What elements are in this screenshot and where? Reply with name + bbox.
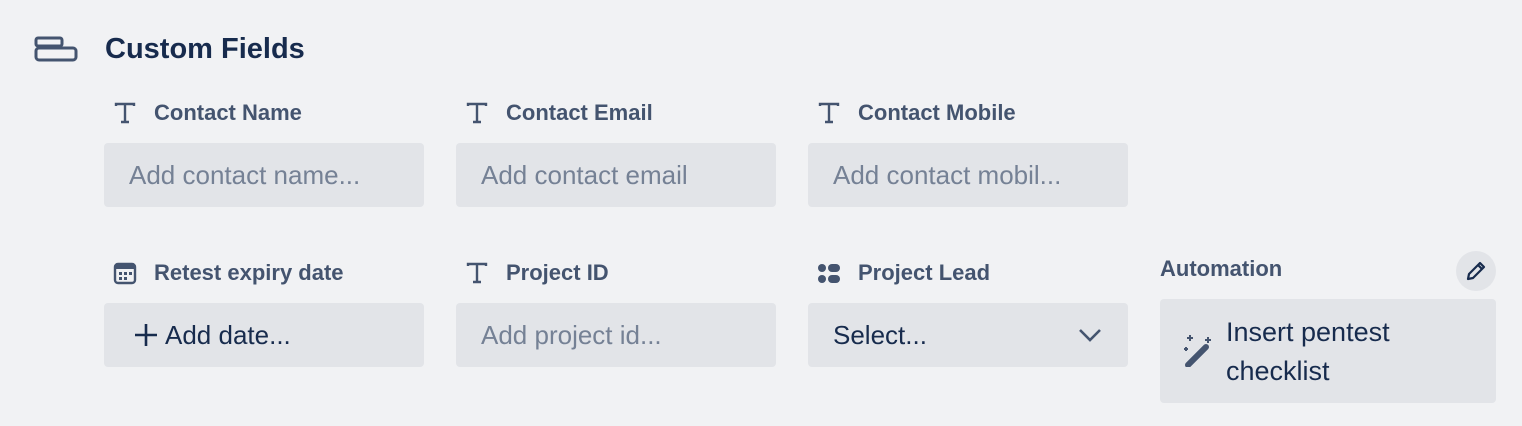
insert-pentest-checklist-button[interactable]: Insert pentest checklist — [1160, 299, 1496, 403]
field-label: Project ID — [506, 260, 609, 285]
field-contact-mobile: Contact Mobile Add contact mobil... — [808, 98, 1128, 207]
pencil-icon — [1466, 261, 1486, 281]
field-project-lead: Project Lead Select... — [808, 258, 1128, 367]
field-label: Retest expiry date — [154, 260, 344, 285]
chevron-down-icon — [1079, 329, 1101, 342]
field-label: Contact Email — [506, 100, 653, 125]
field-contact-name: Contact Name Add contact name... — [104, 98, 424, 207]
text-field-icon — [114, 102, 136, 124]
automation-button-label: Insert pentest checklist — [1226, 317, 1390, 386]
card-fields-icon — [34, 36, 78, 62]
contact-email-input[interactable]: Add contact email — [456, 143, 776, 207]
text-field-icon — [818, 102, 840, 124]
edit-automation-button[interactable] — [1456, 251, 1496, 291]
field-label: Project Lead — [858, 260, 991, 285]
magic-wand-icon — [1184, 335, 1211, 367]
calendar-icon — [113, 262, 137, 285]
dropdown-field-icon — [818, 264, 840, 283]
field-label: Contact Name — [154, 100, 302, 125]
section-title: Custom Fields — [105, 33, 305, 65]
contact-name-input[interactable]: Add contact name... — [104, 143, 424, 207]
field-contact-email: Contact Email Add contact email — [456, 98, 776, 207]
automation-title: Automation — [1160, 256, 1283, 281]
select-value: Select... — [833, 319, 927, 350]
text-field-icon — [466, 262, 488, 284]
plus-icon — [135, 324, 157, 346]
project-id-input[interactable]: Add project id... — [456, 303, 776, 367]
field-retest-expiry-date: Retest expiry date Add date... — [104, 258, 424, 367]
field-project-id: Project ID Add project id... — [456, 258, 776, 367]
add-date-button[interactable]: Add date... — [104, 303, 424, 367]
text-field-icon — [466, 102, 488, 124]
project-lead-select[interactable]: Select... — [808, 303, 1128, 367]
field-label: Contact Mobile — [858, 100, 1016, 125]
contact-mobile-input[interactable]: Add contact mobil... — [808, 143, 1128, 207]
add-date-label: Add date... — [165, 319, 291, 350]
